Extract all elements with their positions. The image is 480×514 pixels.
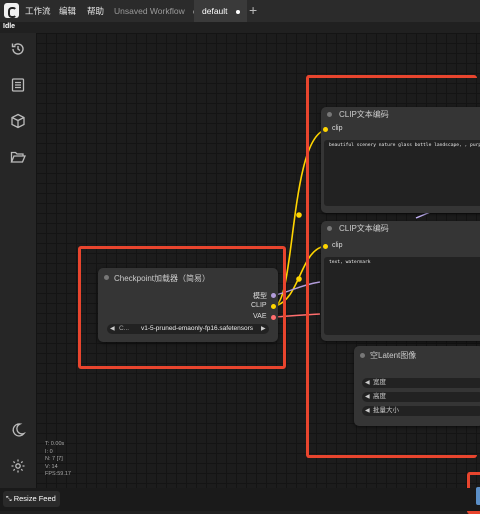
stat-fps: FPS:59.17 xyxy=(45,471,71,477)
link-midpoint-1 xyxy=(296,212,302,218)
stat-vertices: V: 14 xyxy=(45,463,58,470)
queue-corner-button[interactable] xyxy=(476,487,480,505)
resize-feed-button[interactable]: ⤡ Resize Feed xyxy=(3,491,60,507)
stat-time: T: 0.00s xyxy=(45,441,65,447)
link-midpoint-2 xyxy=(296,276,302,282)
resize-feed-label: Resize Feed xyxy=(13,494,56,503)
highlight-box-encoders xyxy=(306,75,477,458)
bottom-bar xyxy=(0,488,480,511)
stat-nodes: N: 7 [7] xyxy=(45,456,63,462)
resize-icon: ⤡ xyxy=(6,496,12,503)
canvas-stats: T: 0.00s I: 0 N: 7 [7] V: 14 FPS:59.17 xyxy=(45,441,71,479)
stat-index: I: 0 xyxy=(45,448,53,455)
highlight-box-checkpoint xyxy=(78,246,286,369)
